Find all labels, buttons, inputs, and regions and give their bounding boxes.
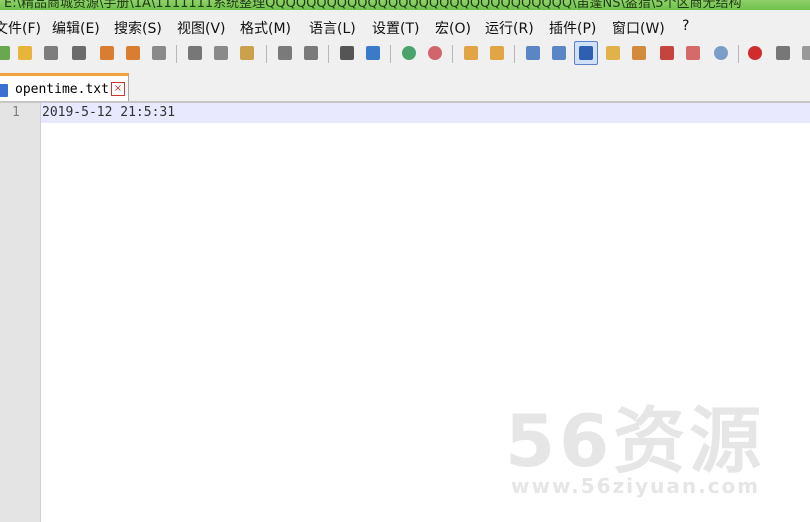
- function-list-icon[interactable]: [656, 42, 678, 64]
- menu-view[interactable]: 视图(V): [177, 18, 226, 38]
- menu-macro[interactable]: 宏(O): [435, 18, 471, 38]
- menu-window[interactable]: 窗口(W): [612, 18, 665, 38]
- editor-line-1[interactable]: 2019-5-12 21:5:31: [42, 105, 175, 120]
- watermark-logo: 56资源: [505, 399, 766, 483]
- monitor-icon[interactable]: [710, 42, 732, 64]
- menu-format[interactable]: 格式(M): [240, 18, 291, 38]
- user-language-icon[interactable]: [602, 42, 624, 64]
- window-title-bar: E:\精品商城资源\手册\1A\1111111系统整理QQQQQQQQQQQQQ…: [0, 0, 810, 10]
- menu-search[interactable]: 搜索(S): [114, 18, 162, 38]
- menu-run[interactable]: 运行(R): [485, 18, 534, 38]
- toolbar: [0, 38, 810, 71]
- line-number: 1: [12, 105, 20, 120]
- copy-icon[interactable]: [210, 42, 232, 64]
- print-icon[interactable]: [148, 42, 170, 64]
- record-macro-icon[interactable]: [744, 42, 766, 64]
- tab-opentime-txt[interactable]: opentime.txt ×: [0, 73, 129, 101]
- window-title: E:\精品商城资源\手册\1A\1111111系统整理QQQQQQQQQQQQQ…: [4, 0, 742, 10]
- new-file-icon[interactable]: [0, 42, 14, 64]
- watermark-url: www.56ziyuan.com: [511, 474, 761, 498]
- menu-settings[interactable]: 设置(T): [372, 18, 419, 38]
- menu-help[interactable]: ?: [682, 18, 689, 34]
- file-icon: [0, 84, 8, 97]
- close-icon[interactable]: [96, 42, 118, 64]
- document-map-icon[interactable]: [628, 42, 650, 64]
- zoom-out-icon[interactable]: [424, 42, 446, 64]
- tab-bar: opentime.txt ×: [0, 70, 810, 103]
- stop-record-icon[interactable]: [772, 42, 794, 64]
- indent-guide-icon[interactable]: [574, 41, 598, 65]
- undo-icon[interactable]: [274, 42, 296, 64]
- sync-horizontal-icon[interactable]: [486, 42, 508, 64]
- paste-icon[interactable]: [236, 42, 258, 64]
- show-all-chars-icon[interactable]: [548, 42, 570, 64]
- close-all-icon[interactable]: [122, 42, 144, 64]
- word-wrap-icon[interactable]: [522, 42, 544, 64]
- menu-file[interactable]: 文件(F): [0, 18, 41, 38]
- line-number-gutter: 1: [0, 103, 41, 522]
- tab-filename: opentime.txt: [15, 82, 109, 97]
- save-all-icon[interactable]: [68, 42, 90, 64]
- close-icon[interactable]: ×: [111, 82, 125, 96]
- playback-macro-icon[interactable]: [798, 42, 810, 64]
- watermark: 56资源 www.56ziyuan.com: [505, 382, 795, 502]
- zoom-in-icon[interactable]: [398, 42, 420, 64]
- menu-edit[interactable]: 编辑(E): [52, 18, 100, 38]
- replace-icon[interactable]: [362, 42, 384, 64]
- cut-icon[interactable]: [184, 42, 206, 64]
- menu-plugins[interactable]: 插件(P): [549, 18, 596, 38]
- menu-language[interactable]: 语言(L): [309, 18, 356, 38]
- sync-vertical-icon[interactable]: [460, 42, 482, 64]
- find-icon[interactable]: [336, 42, 358, 64]
- save-icon[interactable]: [40, 42, 62, 64]
- redo-icon[interactable]: [300, 42, 322, 64]
- folder-workspace-icon[interactable]: [682, 42, 704, 64]
- menu-bar: 文件(F) 编辑(E) 搜索(S) 视图(V) 格式(M) 语言(L) 设置(T…: [0, 10, 810, 38]
- open-file-icon[interactable]: [14, 42, 36, 64]
